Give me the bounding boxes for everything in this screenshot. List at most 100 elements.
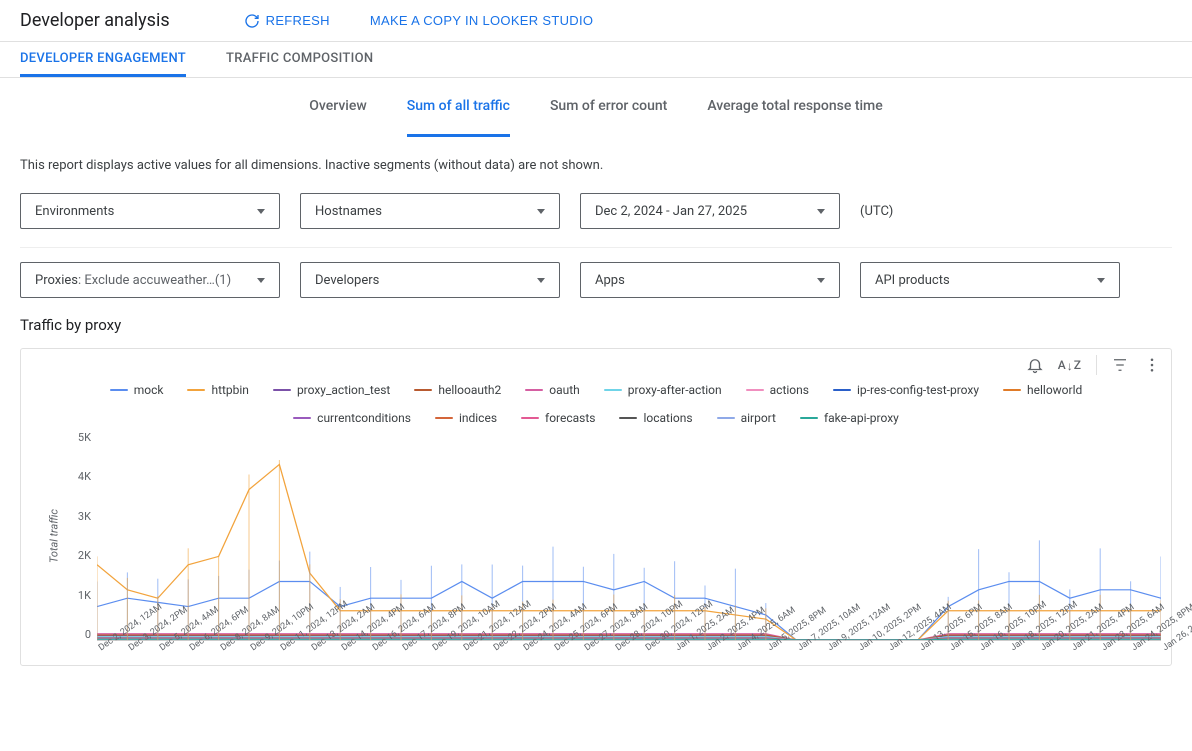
legend-label: proxy-after-action <box>628 383 722 397</box>
legend-item[interactable]: fake-api-proxy <box>800 411 899 425</box>
report-note: This report displays active values for a… <box>20 158 1172 173</box>
environments-dropdown[interactable]: Environments <box>20 193 280 229</box>
utc-label: (UTC) <box>860 204 893 219</box>
legend-swatch <box>273 389 291 391</box>
x-tick: Dec 13, 2024, 2AM <box>310 645 316 653</box>
x-tick: Jan 21, 2025, 4PM <box>1070 645 1076 653</box>
subtab-avg-response[interactable]: Average total response time <box>707 78 882 137</box>
proxies-dropdown[interactable]: Proxies: Exclude accuweather…(1) <box>20 262 280 298</box>
x-tick: Jan 26, 2025, 10AM <box>1161 645 1167 653</box>
legend-label: httpbin <box>211 383 248 397</box>
developers-label: Developers <box>315 273 379 288</box>
legend-label: hellooauth2 <box>438 383 501 397</box>
x-tick: Dec 6, 2024, 6PM <box>188 645 194 653</box>
filter-row-1: Environments Hostnames Dec 2, 2024 - Jan… <box>20 193 1172 229</box>
y-tick: 4K <box>78 470 91 483</box>
legend-item[interactable]: proxy_action_test <box>273 383 390 397</box>
x-tick: Dec 3, 2024, 2PM <box>127 645 133 653</box>
x-tick: Dec 22, 2024, 2PM <box>492 645 498 653</box>
tab-traffic-comp[interactable]: TRAFFIC COMPOSITION <box>226 42 373 77</box>
chart-card: A↓Z mock httpbin proxy_action_test hellooau… <box>20 348 1172 666</box>
caret-down-icon <box>537 209 545 214</box>
legend-item[interactable]: hellooauth2 <box>414 383 501 397</box>
refresh-button[interactable]: REFRESH <box>238 12 336 30</box>
x-tick: Jan 1, 2025, 2AM <box>674 645 680 653</box>
y-tick: 1K <box>78 589 91 602</box>
x-tick: Dec 11, 2024, 12PM <box>279 645 285 653</box>
x-tick: Dec 27, 2024, 8AM <box>583 645 589 653</box>
developers-dropdown[interactable]: Developers <box>300 262 560 298</box>
x-tick: Jan 5, 2025, 8PM <box>766 645 772 653</box>
x-tick: Jan 24, 2025, 8PM <box>1130 645 1136 653</box>
apps-dropdown[interactable]: Apps <box>580 262 840 298</box>
environments-label: Environments <box>35 204 114 219</box>
x-tick: Dec 21, 2024, 12AM <box>462 645 468 653</box>
y-axis-label: Total traffic <box>47 509 60 563</box>
caret-down-icon <box>537 278 545 283</box>
legend-item[interactable]: currentconditions <box>293 411 411 425</box>
legend-item[interactable]: locations <box>619 411 692 425</box>
legend-swatch <box>746 389 764 391</box>
x-tick: Jan 13, 2025, 6PM <box>918 645 924 653</box>
caret-down-icon <box>817 209 825 214</box>
caret-down-icon <box>817 278 825 283</box>
divider <box>20 247 1172 248</box>
hostnames-dropdown[interactable]: Hostnames <box>300 193 560 229</box>
chart-toolbar: A↓Z <box>1026 355 1161 375</box>
api-products-dropdown[interactable]: API products <box>860 262 1120 298</box>
subtab-sum-error[interactable]: Sum of error count <box>550 78 667 137</box>
x-axis: Dec 2, 2024, 12AMDec 3, 2024, 2PMDec 5, … <box>21 641 1171 665</box>
legend-item[interactable]: ip-res-config-test-proxy <box>833 383 979 397</box>
x-tick: Jan 10, 2025, 2PM <box>857 645 863 653</box>
section-title: Traffic by proxy <box>20 316 1172 334</box>
legend-label: actions <box>770 383 809 397</box>
legend-item[interactable]: forecasts <box>521 411 595 425</box>
x-tick: Dec 9, 2024, 10PM <box>249 645 255 653</box>
y-tick: 3K <box>78 510 91 523</box>
caret-down-icon <box>1097 278 1105 283</box>
legend-swatch <box>604 389 622 391</box>
more-vert-icon[interactable] <box>1143 356 1161 374</box>
x-tick: Dec 8, 2024, 8AM <box>219 645 225 653</box>
legend-swatch <box>293 417 311 419</box>
legend-label: airport <box>741 411 776 425</box>
legend-swatch <box>717 417 735 419</box>
apps-label: Apps <box>595 273 625 288</box>
daterange-dropdown[interactable]: Dec 2, 2024 - Jan 27, 2025 <box>580 193 840 229</box>
legend-label: currentconditions <box>317 411 411 425</box>
legend-swatch <box>619 417 637 419</box>
x-tick: Jan 4, 2025, 6AM <box>735 645 741 653</box>
legend-item[interactable]: helloworld <box>1003 383 1082 397</box>
legend-swatch <box>833 389 851 391</box>
subtab-overview[interactable]: Overview <box>309 78 366 137</box>
top-bar: Developer analysis REFRESH MAKE A COPY I… <box>0 0 1192 42</box>
legend-item[interactable]: mock <box>110 383 164 397</box>
x-tick: Dec 24, 2024, 4AM <box>522 645 528 653</box>
x-tick: Dec 28, 2024, 10PM <box>614 645 620 653</box>
legend-label: indices <box>459 411 497 425</box>
legend-item[interactable]: airport <box>717 411 776 425</box>
sort-az-icon[interactable]: A↓Z <box>1058 358 1082 372</box>
copy-looker-button[interactable]: MAKE A COPY IN LOOKER STUDIO <box>364 12 599 29</box>
legend-item[interactable]: proxy-after-action <box>604 383 722 397</box>
filter-icon[interactable] <box>1111 356 1129 374</box>
x-tick: Jan 9, 2025, 12AM <box>826 645 832 653</box>
chart-legend: mock httpbin proxy_action_test hellooauth2 o… <box>21 349 1171 431</box>
refresh-icon <box>244 13 260 29</box>
y-tick: 2K <box>78 549 91 562</box>
legend-label: proxy_action_test <box>297 383 390 397</box>
legend-item[interactable]: httpbin <box>187 383 248 397</box>
legend-item[interactable]: actions <box>746 383 809 397</box>
x-tick: Jan 20, 2025, 2AM <box>1039 645 1045 653</box>
legend-item[interactable]: oauth <box>525 383 580 397</box>
subtab-sum-traffic[interactable]: Sum of all traffic <box>407 78 510 137</box>
legend-label: mock <box>134 383 164 397</box>
sub-tabs: Overview Sum of all traffic Sum of error c… <box>0 78 1192 138</box>
legend-swatch <box>187 389 205 391</box>
tab-dev-engagement[interactable]: DEVELOPER ENGAGEMENT <box>20 42 186 77</box>
x-tick: Dec 14, 2024, 4PM <box>340 645 346 653</box>
x-tick: Dec 16, 2024, 6AM <box>371 645 377 653</box>
proxies-label: Proxies: Exclude accuweather…(1) <box>35 273 231 288</box>
legend-item[interactable]: indices <box>435 411 497 425</box>
notification-icon[interactable] <box>1026 356 1044 374</box>
